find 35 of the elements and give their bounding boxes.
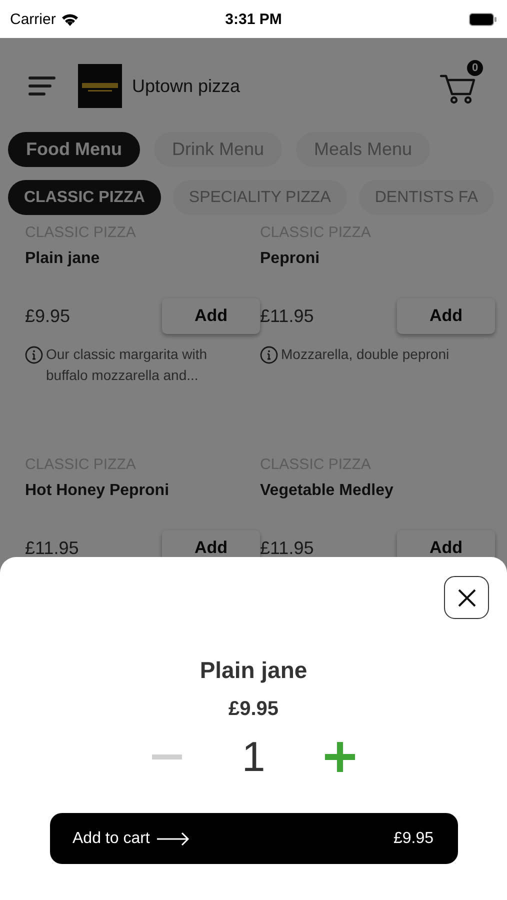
carrier-label: Carrier [10,10,56,28]
sheet-item-price: £9.95 [228,698,279,721]
category-tab[interactable]: CLASSIC PIZZA [8,180,161,215]
increment-button[interactable] [323,740,358,774]
item-name: Peproni [260,250,321,268]
close-button[interactable] [444,576,489,619]
item-price: £11.95 [25,538,79,558]
cart-count-badge: 0 [467,60,483,76]
item-description: Mozzarella, double peproni [281,345,450,364]
arrow-right-icon [156,832,190,846]
item-price: £9.95 [25,306,70,326]
wifi-icon [60,12,79,26]
close-icon [456,586,478,608]
clock-time: 3:31 PM [225,10,282,28]
item-name: Hot Honey Peproni [25,482,170,500]
add-to-cart-button[interactable]: Add to cart £9.95 [50,813,458,864]
item-price: £11.95 [260,306,314,326]
brand-name: Uptown pizza [132,76,242,96]
info-icon [260,346,278,364]
item-price: £11.95 [260,538,314,558]
minus-icon [152,754,182,760]
item-name: Vegetable Medley [260,482,394,500]
logo-icon [78,64,122,108]
sheet-item-name: Plain jane [200,657,308,684]
item-name: Plain jane [25,250,101,268]
add-button[interactable]: Add [162,298,260,334]
cart-total: £9.95 [393,830,434,848]
battery-icon [468,12,497,26]
add-button[interactable]: Add [397,298,495,334]
info-icon [25,346,43,364]
menu-tab[interactable]: Food Menu [8,132,140,167]
menu-icon[interactable] [28,75,56,97]
item-description: Our classic margarita with buffalo mozzarella and... [46,345,208,385]
quantity-value: 1 [242,733,266,781]
plus-icon [325,742,356,772]
